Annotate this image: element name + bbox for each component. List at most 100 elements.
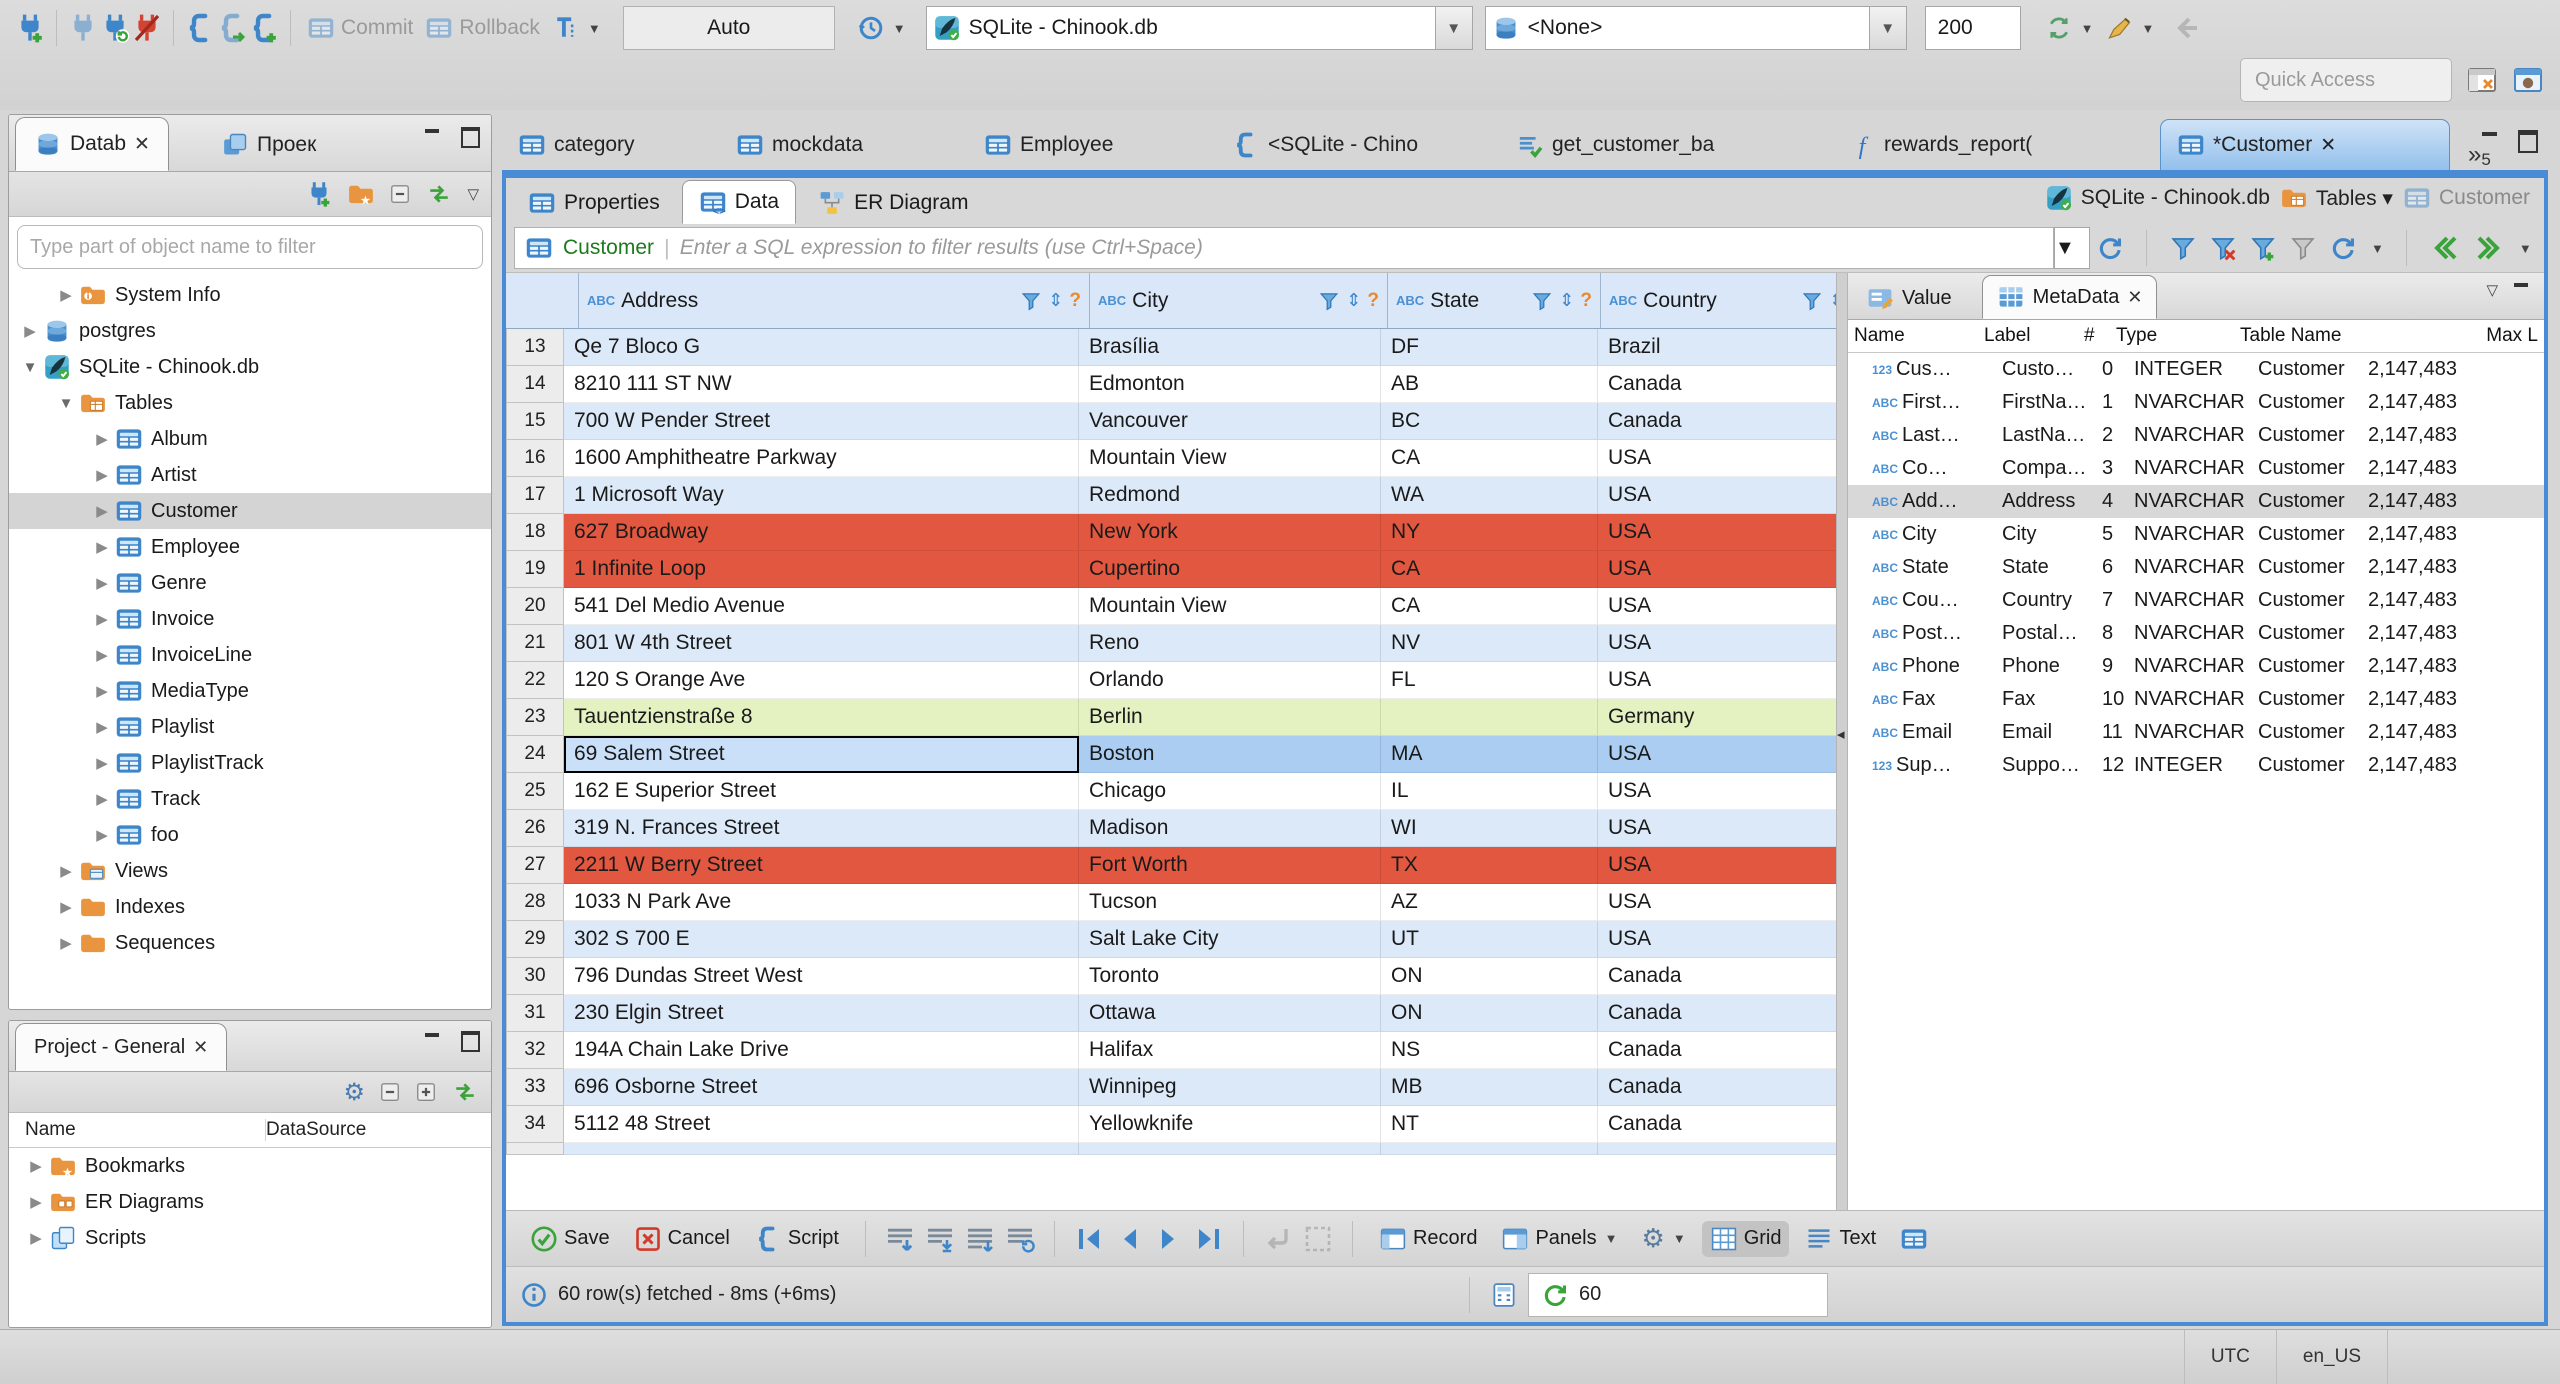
editor-tab-employee[interactable]: Employee	[968, 120, 1216, 170]
cell-city[interactable]: New York	[1079, 514, 1381, 551]
panel-splitter[interactable]: ◂	[1836, 273, 1848, 1210]
tree-expander-icon[interactable]: ▼	[17, 359, 43, 376]
cell-address[interactable]: 69 Salem Street	[564, 736, 1079, 773]
cell-address[interactable]: 120 S Orange Ave	[564, 662, 1079, 699]
close-icon[interactable]: ✕	[193, 1037, 208, 1058]
tree-expander-icon[interactable]: ▶	[89, 718, 115, 736]
column-sort-icon[interactable]: ⇕	[1048, 290, 1063, 311]
cell-address[interactable]: 627 Broadway	[564, 514, 1079, 551]
cell-address[interactable]: 194A Chain Lake Drive	[564, 1032, 1079, 1069]
cell-city[interactable]: Brasília	[1079, 329, 1381, 366]
row-number-cell[interactable]: 20	[506, 588, 564, 625]
metadata-column-name[interactable]: Name	[1848, 325, 1978, 347]
cell-city[interactable]: Reno	[1079, 625, 1381, 662]
tree-expander-icon[interactable]: ▶	[89, 574, 115, 592]
previous-row-icon[interactable]	[1113, 1223, 1145, 1255]
auto-refresh-icon[interactable]	[2329, 234, 2357, 262]
editor-tab-rewardsreport[interactable]: f rewards_report(	[1832, 120, 2160, 170]
first-row-icon[interactable]	[1073, 1223, 1105, 1255]
metadata-column-maxl[interactable]: Max L	[2344, 325, 2544, 347]
move-row-icon[interactable]	[1262, 1223, 1294, 1255]
tree-item-album[interactable]: ▶ Album	[9, 421, 491, 457]
tree-item-customer[interactable]: ▶ Customer	[9, 493, 491, 529]
cell-state[interactable]: AZ	[1381, 884, 1598, 921]
cell-address[interactable]: 700 W Pender Street	[564, 403, 1079, 440]
panels-button[interactable]: Panels ▼	[1493, 1221, 1625, 1257]
cell-country[interactable]: Brazil	[1598, 329, 1836, 366]
open-perspective-icon[interactable]	[2466, 64, 2498, 96]
row-number-cell[interactable]: 28	[506, 884, 564, 921]
sql-format-button[interactable]: ▼	[2106, 14, 2154, 42]
maximize-icon[interactable]	[459, 127, 481, 148]
tab-projects[interactable]: Проек	[203, 119, 334, 171]
tree-expander-icon[interactable]: ▶	[89, 430, 115, 448]
cancel-button[interactable]: Cancel	[626, 1221, 738, 1257]
minimize-icon[interactable]	[423, 127, 445, 145]
metadata-row[interactable]: ABC Email Email 11 NVARCHAR Customer 2,147,483	[1848, 716, 2544, 749]
row-number-cell[interactable]: 15	[506, 403, 564, 440]
maximize-icon[interactable]	[2516, 130, 2538, 153]
tree-expander-icon[interactable]: ▼	[53, 395, 79, 412]
cell-address[interactable]: 2211 W Berry Street	[564, 847, 1079, 884]
tree-item-foo[interactable]: ▶ foo	[9, 817, 491, 853]
row-number-cell[interactable]: 16	[506, 440, 564, 477]
row-number-cell[interactable]: 13	[506, 329, 564, 366]
cell-country[interactable]: USA	[1598, 477, 1836, 514]
tree-expander-icon[interactable]: ▶	[89, 754, 115, 772]
tree-expander-icon[interactable]: ▶	[89, 466, 115, 484]
filter-history-dropdown[interactable]: ▼	[2054, 227, 2090, 269]
fetch-size-input[interactable]: 200	[1924, 6, 2021, 50]
tree-expander-icon[interactable]: ▶	[53, 934, 79, 952]
dbeaver-perspective-icon[interactable]	[2512, 64, 2544, 96]
fetch-segment-icon[interactable]	[884, 1223, 916, 1255]
close-icon[interactable]: ✕	[2320, 134, 2336, 157]
link-with-editor-icon[interactable]	[425, 180, 453, 208]
cell-state[interactable]: MA	[1381, 736, 1598, 773]
remove-filter-icon[interactable]	[2209, 234, 2237, 262]
row-number-cell[interactable]: 24	[506, 736, 564, 773]
cell-country[interactable]: Canada	[1598, 1106, 1836, 1143]
metadata-row[interactable]: ABC Fax Fax 10 NVARCHAR Customer 2,147,483	[1848, 683, 2544, 716]
gear-icon[interactable]: ⚙	[343, 1078, 365, 1107]
commit-button[interactable]: Commit	[307, 14, 413, 42]
cell-state[interactable]: UT	[1381, 921, 1598, 958]
new-connection-icon[interactable]	[305, 180, 333, 208]
cell-city[interactable]: Winnipeg	[1079, 1069, 1381, 1106]
cell-city[interactable]: Mountain View	[1079, 440, 1381, 477]
recent-sql-editor-icon[interactable]	[216, 12, 248, 44]
column-sort-icon[interactable]: ⇕	[1829, 290, 1836, 311]
fetch-next-page-icon[interactable]	[924, 1223, 956, 1255]
metadata-row[interactable]: ABC Last… LastNa… 2 NVARCHAR Customer 2,147,48…	[1848, 419, 2544, 452]
calc-panel-icon[interactable]	[1490, 1281, 1518, 1309]
database-select-combo[interactable]: SQLite - Chinook.db ▼	[925, 6, 1473, 50]
row-number-cell[interactable]: 27	[506, 847, 564, 884]
cell-country[interactable]: USA	[1598, 514, 1836, 551]
column-filter-icon[interactable]	[1318, 290, 1340, 312]
auto-commit-button[interactable]: Auto	[622, 6, 835, 50]
tree-item-artist[interactable]: ▶ Artist	[9, 457, 491, 493]
breadcrumb-database[interactable]: SQLite - Chinook.db	[2045, 184, 2270, 212]
cell-address[interactable]: 1 Infinite Loop	[564, 551, 1079, 588]
locale-indicator[interactable]: en_US	[2275, 1330, 2387, 1384]
cell-address[interactable]: 319 N. Frances Street	[564, 810, 1079, 847]
cell-address[interactable]: 541 Del Medio Avenue	[564, 588, 1079, 625]
cell-state[interactable]: NS	[1381, 1032, 1598, 1069]
cell-city[interactable]: Edmonton	[1079, 366, 1381, 403]
breadcrumb-object[interactable]: Customer	[2403, 184, 2530, 212]
table-icon[interactable]	[1900, 1225, 1928, 1253]
expand-all-icon[interactable]	[415, 1081, 437, 1103]
next-page-icon[interactable]	[2473, 232, 2505, 264]
cell-address[interactable]: 230 Elgin Street	[564, 995, 1079, 1032]
cell-city[interactable]: Berlin	[1079, 699, 1381, 736]
tree-item-indexes[interactable]: ▶ Indexes	[9, 889, 491, 925]
row-number-cell[interactable]: 23	[506, 699, 564, 736]
cell-address[interactable]: 8210 111 ST NW	[564, 366, 1079, 403]
cell-city[interactable]: Vancouver	[1079, 403, 1381, 440]
tree-expander-icon[interactable]: ▶	[89, 646, 115, 664]
column-header-city[interactable]: ABC City ⇕?	[1090, 273, 1388, 329]
tree-expander-icon[interactable]: ▶	[89, 538, 115, 556]
cell-state[interactable]: AB	[1381, 366, 1598, 403]
column-help-icon[interactable]: ?	[1069, 290, 1081, 312]
cell-state[interactable]: ON	[1381, 995, 1598, 1032]
minimize-icon[interactable]	[2512, 281, 2534, 299]
